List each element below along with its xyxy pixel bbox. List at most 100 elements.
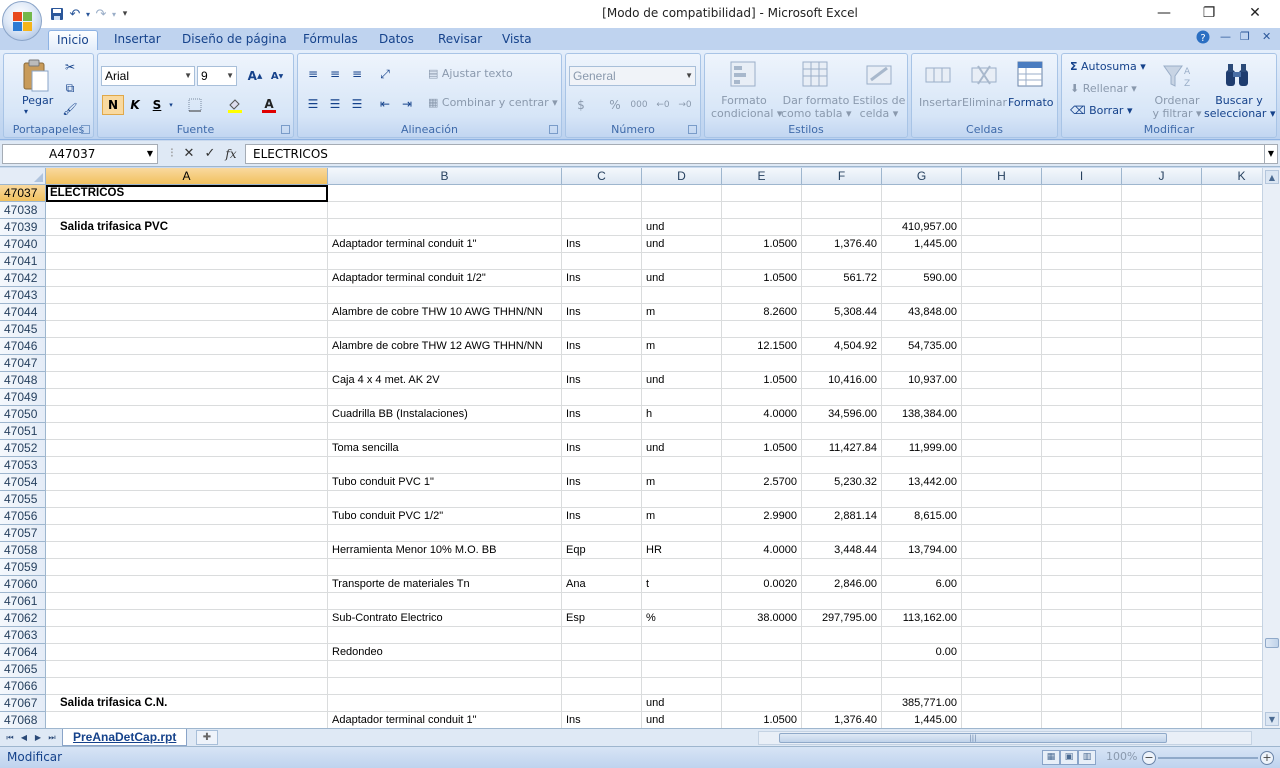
cell-d[interactable]: m <box>642 304 722 321</box>
cell-g[interactable]: 0.00 <box>882 644 962 661</box>
column-header-e[interactable]: E <box>722 168 802 185</box>
cancel-entry-icon[interactable]: ✕ <box>179 145 199 163</box>
cell-a[interactable] <box>46 559 328 576</box>
cell-f[interactable] <box>802 321 882 338</box>
cell-c[interactable] <box>562 491 642 508</box>
align-middle-icon[interactable]: ≡ <box>324 64 346 84</box>
cell-f[interactable]: 11,427.84 <box>802 440 882 457</box>
cell-e[interactable] <box>722 627 802 644</box>
decrease-indent-icon[interactable]: ⇤ <box>374 94 396 114</box>
cell-f[interactable] <box>802 457 882 474</box>
sheet-tab[interactable]: PreAnaDetCap.rpt <box>62 729 188 746</box>
column-header-j[interactable]: J <box>1122 168 1202 185</box>
cell-g[interactable]: 13,794.00 <box>882 542 962 559</box>
cell-h[interactable] <box>962 185 1042 202</box>
cell-g[interactable] <box>882 185 962 202</box>
cell-a[interactable] <box>46 270 328 287</box>
cell-h[interactable] <box>962 253 1042 270</box>
cell-a[interactable] <box>46 661 328 678</box>
cell-h[interactable] <box>962 491 1042 508</box>
row-header[interactable]: 47053 <box>0 457 46 474</box>
number-format-combo[interactable]: General ▼ <box>569 66 696 86</box>
cell-i[interactable] <box>1042 423 1122 440</box>
column-header-k[interactable]: K <box>1202 168 1262 185</box>
cell-i[interactable] <box>1042 185 1122 202</box>
cell-d[interactable]: m <box>642 474 722 491</box>
cell-e[interactable]: 1.0500 <box>722 712 802 728</box>
insert-function-button[interactable]: fx <box>221 145 241 163</box>
portapapeles-launcher-icon[interactable] <box>81 125 90 134</box>
cell-j[interactable] <box>1122 593 1202 610</box>
cell-h[interactable] <box>962 236 1042 253</box>
tab-inicio[interactable]: Inicio <box>48 30 98 50</box>
cell-c[interactable]: Ins <box>562 304 642 321</box>
cell-g[interactable] <box>882 287 962 304</box>
tab-insertar[interactable]: Insertar <box>106 30 169 50</box>
cell-b[interactable] <box>328 593 562 610</box>
cell-f[interactable] <box>802 389 882 406</box>
cell-a[interactable] <box>46 610 328 627</box>
cell-f[interactable]: 5,230.32 <box>802 474 882 491</box>
cell-d[interactable]: m <box>642 338 722 355</box>
vertical-scrollbar[interactable]: ▲ ▼ <box>1262 168 1280 728</box>
thousands-button[interactable]: 000 <box>628 95 650 115</box>
row-header[interactable]: 47055 <box>0 491 46 508</box>
merge-center-button[interactable]: ▦ Combinar y centrar ▾ <box>428 96 558 109</box>
cell-g[interactable]: 1,445.00 <box>882 712 962 728</box>
row-header[interactable]: 47046 <box>0 338 46 355</box>
cell-g[interactable] <box>882 457 962 474</box>
cell-g[interactable]: 138,384.00 <box>882 406 962 423</box>
cell-k[interactable] <box>1202 440 1262 457</box>
cell-f[interactable]: 34,596.00 <box>802 406 882 423</box>
cell-b[interactable] <box>328 559 562 576</box>
cell-d[interactable]: und <box>642 440 722 457</box>
cell-c[interactable]: Ana <box>562 576 642 593</box>
cell-e[interactable] <box>722 423 802 440</box>
cell-h[interactable] <box>962 389 1042 406</box>
cell-j[interactable] <box>1122 355 1202 372</box>
insert-button[interactable]: Insertar <box>919 96 962 109</box>
office-button[interactable] <box>2 1 42 41</box>
cell-e[interactable] <box>722 491 802 508</box>
cell-j[interactable] <box>1122 270 1202 287</box>
cell-b[interactable] <box>328 287 562 304</box>
column-header-g[interactable]: G <box>882 168 962 185</box>
cell-d[interactable]: und <box>642 372 722 389</box>
conditional-format-icon[interactable] <box>729 60 757 88</box>
cell-k[interactable] <box>1202 542 1262 559</box>
cell-e[interactable]: 1.0500 <box>722 270 802 287</box>
cell-e[interactable]: 8.2600 <box>722 304 802 321</box>
cell-c[interactable] <box>562 457 642 474</box>
cell-h[interactable] <box>962 712 1042 728</box>
cell-g[interactable]: 385,771.00 <box>882 695 962 712</box>
cell-a[interactable] <box>46 593 328 610</box>
cell-g[interactable] <box>882 202 962 219</box>
paste-icon[interactable] <box>23 59 49 93</box>
cell-c[interactable]: Eqp <box>562 542 642 559</box>
format-cells-icon[interactable] <box>1016 60 1044 88</box>
cell-d[interactable]: und <box>642 270 722 287</box>
cell-f[interactable] <box>802 202 882 219</box>
cell-c[interactable]: Ins <box>562 236 642 253</box>
row-header[interactable]: 47048 <box>0 372 46 389</box>
cell-d[interactable]: und <box>642 695 722 712</box>
cell-c[interactable] <box>562 287 642 304</box>
shrink-font-icon[interactable]: A ▼ <box>266 66 288 86</box>
cell-j[interactable] <box>1122 678 1202 695</box>
cell-c[interactable]: Ins <box>562 372 642 389</box>
cell-k[interactable] <box>1202 576 1262 593</box>
cell-i[interactable] <box>1042 219 1122 236</box>
cell-i[interactable] <box>1042 270 1122 287</box>
cell-a[interactable] <box>46 440 328 457</box>
cell-i[interactable] <box>1042 678 1122 695</box>
cell-f[interactable]: 10,416.00 <box>802 372 882 389</box>
percent-button[interactable]: % <box>604 95 626 115</box>
cell-a[interactable] <box>46 389 328 406</box>
cell-i[interactable] <box>1042 372 1122 389</box>
cell-j[interactable] <box>1122 661 1202 678</box>
cell-g[interactable]: 10,937.00 <box>882 372 962 389</box>
cell-styles-button[interactable]: Estilos de celda ▾ <box>851 94 907 120</box>
cell-j[interactable] <box>1122 474 1202 491</box>
cell-c[interactable] <box>562 389 642 406</box>
cell-i[interactable] <box>1042 593 1122 610</box>
